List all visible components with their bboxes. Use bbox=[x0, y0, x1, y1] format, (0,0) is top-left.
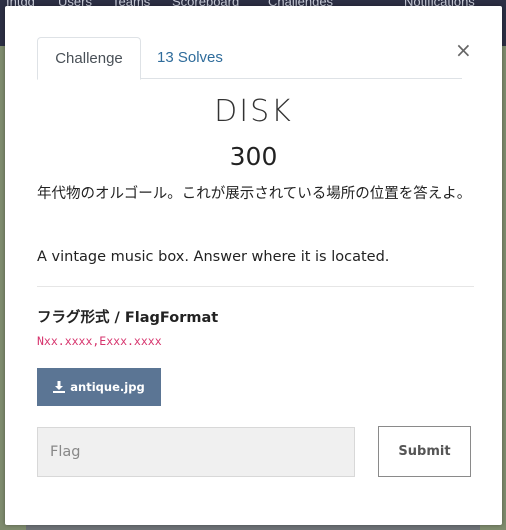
challenge-value: 300 bbox=[229, 142, 278, 171]
modal-tabs: Challenge 13 Solves bbox=[37, 37, 462, 80]
challenge-modal: Challenge 13 Solves × DISK 300 年代物のオルゴール… bbox=[5, 6, 502, 525]
challenge-description-jp: 年代物のオルゴール。これが展示されている場所の位置を答えよ。 bbox=[37, 186, 472, 202]
challenge-description-en: A vintage music box. Answer where it is … bbox=[37, 249, 390, 265]
flag-format-code: Nxx.xxxx,Exxx.xxxx bbox=[37, 334, 162, 348]
download-icon bbox=[53, 381, 66, 393]
flag-format-heading: フラグ形式 / FlagFormat bbox=[37, 310, 219, 326]
tab-challenge[interactable]: Challenge bbox=[37, 37, 141, 80]
divider bbox=[37, 286, 474, 287]
file-download-button[interactable]: antique.jpg bbox=[37, 368, 161, 406]
file-name: antique.jpg bbox=[70, 380, 145, 394]
submit-button[interactable]: Submit bbox=[378, 426, 471, 477]
close-icon[interactable]: × bbox=[455, 38, 472, 62]
flag-input[interactable] bbox=[37, 427, 355, 477]
tab-solves[interactable]: 13 Solves bbox=[157, 37, 223, 79]
challenge-name: DISK bbox=[214, 94, 293, 129]
